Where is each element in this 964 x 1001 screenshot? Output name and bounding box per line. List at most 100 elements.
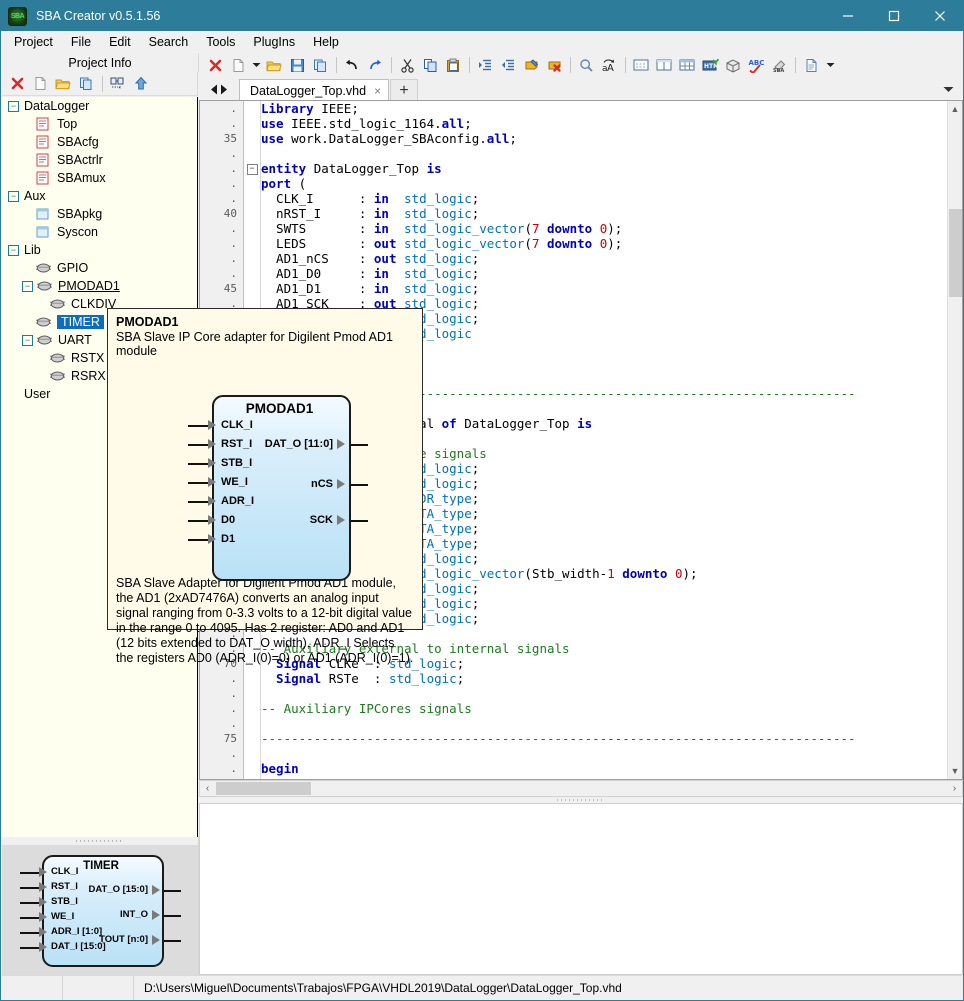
tree-node-label: PMODAD1 [58,279,120,293]
scroll-down-arrow-icon[interactable]: ▼ [948,763,962,779]
dropdown-arrow-icon[interactable] [823,55,837,76]
expander-icon[interactable]: − [22,280,33,292]
tree-node-label: DataLogger [24,99,90,113]
delete-red-x-icon[interactable] [204,55,226,76]
line-number: . [230,147,237,160]
splitter-grip [76,840,124,842]
prev-next-arrows-icon[interactable] [199,77,239,101]
add-tab-button[interactable]: + [390,79,419,101]
chip-icon [49,351,66,366]
tree-node-label: Aux [24,189,46,203]
view-grid-icon[interactable] [676,55,698,76]
tree-node-sbapkg[interactable]: SBApkg [2,205,197,223]
expander-icon[interactable]: − [8,244,19,256]
tree-node-gpio[interactable]: GPIO [2,259,197,277]
up-arrow-icon[interactable] [130,73,152,94]
save-icon[interactable] [286,55,308,76]
line-number: 75 [223,732,237,745]
dropdown-arrow-icon[interactable] [250,55,262,76]
tree-node-datalogger[interactable]: − DataLogger [2,97,197,115]
scrollbar-thumb[interactable] [949,209,962,297]
replace-icon[interactable]: aA [598,55,620,76]
line-number: . [230,672,237,685]
tree-node-aux[interactable]: − Aux [2,187,197,205]
tab-strip: DataLogger_Top.vhd × + [199,77,963,101]
html-export-icon[interactable]: HTML [699,55,721,76]
menu-tools[interactable]: Tools [197,32,244,52]
menu-plugins[interactable]: PlugIns [244,32,304,52]
menu-file[interactable]: File [62,32,100,52]
menu-search[interactable]: Search [140,32,198,52]
tree-node-pmodad1[interactable]: − PMODAD1 [2,277,197,295]
pin-label: CLK_I [51,866,79,877]
add-component-icon[interactable] [107,73,129,94]
chip-icon [49,369,66,384]
sba-eraser-icon[interactable]: SBA [768,55,790,76]
code-line: Library IEEE; [261,101,359,116]
fold-toggle-icon[interactable]: − [245,161,259,176]
scroll-left-arrow-icon[interactable]: ‹ [200,783,215,794]
tab-datalogger-top-vhd[interactable]: DataLogger_Top.vhd × [239,79,390,101]
minimize-icon[interactable] [825,1,871,31]
tree-node-sbacfg[interactable]: SBAcfg [2,133,197,151]
document-template-icon[interactable] [800,55,822,76]
pin-arrow-icon [208,439,216,449]
left-panel-splitter[interactable] [2,837,199,845]
save-all-icon[interactable] [309,55,331,76]
expander-icon[interactable]: − [22,334,33,346]
pin-arrow-icon [152,935,160,945]
open-folder-icon[interactable] [52,73,74,94]
cut-icon[interactable] [396,55,418,76]
view-single-icon[interactable] [630,55,652,76]
new-file-icon[interactable] [29,73,51,94]
undo-icon[interactable] [341,55,363,76]
indent-icon[interactable] [474,55,496,76]
tree-node-label: Syscon [57,225,98,239]
tree-node-syscon[interactable]: Syscon [2,223,197,241]
output-panel[interactable] [199,803,963,975]
package-icon[interactable] [722,55,744,76]
scroll-right-arrow-icon[interactable]: › [947,783,962,794]
add-bookmark-icon[interactable] [520,55,542,76]
close-icon[interactable]: × [374,84,381,98]
svg-text:SBA: SBA [773,68,784,73]
open-folder-icon[interactable] [263,55,285,76]
search-icon[interactable] [575,55,597,76]
tree-node-sbactrlr[interactable]: SBActrlr [2,151,197,169]
status-bar: D:\Users\Miguel\Documents\Trabajos\FPGA\… [2,975,962,1000]
tree-node-top[interactable]: Top [2,115,197,133]
remove-bookmark-icon[interactable] [543,55,565,76]
editor-vertical-scrollbar[interactable]: ▲ ▼ [947,101,962,779]
tree-node-sbamux[interactable]: SBAmux [2,169,197,187]
chevron-down-icon[interactable] [933,77,963,101]
redo-icon[interactable] [364,55,386,76]
maximize-icon[interactable] [871,1,917,31]
expander-icon[interactable]: − [8,100,19,112]
pin-label: CLK_I [221,419,253,431]
code-line: -- Auxiliary IPCores signals [261,701,472,716]
menu-help[interactable]: Help [304,32,348,52]
editor-horizontal-scrollbar[interactable]: ‹ › [199,780,963,797]
new-file-icon[interactable] [227,55,249,76]
scroll-up-arrow-icon[interactable]: ▲ [948,101,962,117]
close-icon[interactable] [917,1,963,31]
splitter-grip [557,799,605,801]
menu-project[interactable]: Project [5,32,62,52]
delete-red-x-icon[interactable] [6,73,28,94]
view-columns-icon[interactable] [653,55,675,76]
expander-icon[interactable]: − [8,190,19,202]
paste-icon[interactable] [442,55,464,76]
copy-icon[interactable] [419,55,441,76]
scrollbar-thumb[interactable] [216,782,311,795]
spellcheck-icon[interactable]: ABC [745,55,767,76]
outdent-icon[interactable] [497,55,519,76]
component-diagram-panel: TIMER CLK_I RST_I STB_I WE_I ADR_I [1:0]… [2,845,199,975]
menu-edit[interactable]: Edit [100,32,140,52]
copy-pages-icon[interactable] [75,73,97,94]
tree-node-lib[interactable]: − Lib [2,241,197,259]
line-number: . [230,162,237,175]
